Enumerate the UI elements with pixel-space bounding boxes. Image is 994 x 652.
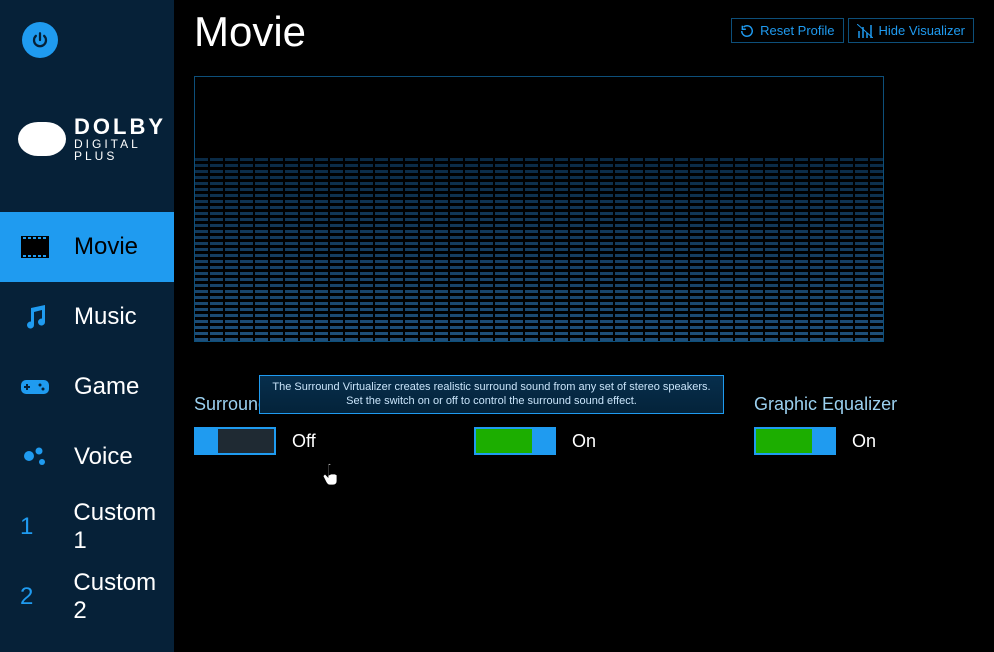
sidebar: DOLBY DIGITAL PLUS Movie Music — [0, 0, 174, 652]
button-label: Reset Profile — [760, 23, 834, 38]
sidebar-item-custom-2[interactable]: 2 Custom 2 — [0, 562, 174, 632]
surround-virtualizer-toggle[interactable] — [194, 427, 276, 455]
button-label: Hide Visualizer — [879, 23, 965, 38]
brand-word: DOLBY — [74, 116, 174, 138]
sidebar-item-movie[interactable]: Movie — [0, 212, 174, 282]
switch-state: Off — [292, 431, 316, 452]
main-panel: Movie Reset Profile Hide Visualizer 36dB… — [174, 0, 994, 652]
voice-icon — [20, 446, 50, 468]
power-button[interactable] — [22, 22, 58, 58]
tooltip-surround-virtualizer: The Surround Virtualizer creates realist… — [259, 375, 724, 414]
sidebar-item-music[interactable]: Music — [0, 282, 174, 352]
switch-state: On — [852, 431, 876, 452]
graphic-equalizer-toggle[interactable] — [754, 427, 836, 455]
control-graphic-equalizer: Graphic Equalizer On — [754, 394, 974, 455]
sidebar-item-label: Custom 1 — [73, 499, 174, 555]
visualizer-icon — [857, 24, 873, 38]
power-icon — [31, 31, 49, 49]
header: Movie Reset Profile Hide Visualizer — [194, 0, 974, 56]
sidebar-item-label: Custom 2 — [73, 569, 174, 625]
brand-logo: DOLBY DIGITAL PLUS — [18, 116, 174, 162]
app-window: DOLBY DIGITAL PLUS Movie Music — [0, 0, 994, 652]
sidebar-item-game[interactable]: Game — [0, 352, 174, 422]
sidebar-item-label: Movie — [74, 233, 138, 261]
control-label: Graphic Equalizer — [754, 394, 974, 415]
sidebar-nav: Movie Music Game Voice 1 — [0, 212, 174, 632]
sidebar-item-label: Music — [74, 303, 137, 331]
brand-subtitle: DIGITAL PLUS — [74, 138, 174, 162]
switch-state: On — [572, 431, 596, 452]
reset-profile-button[interactable]: Reset Profile — [731, 18, 843, 43]
sidebar-item-label: Game — [74, 373, 139, 401]
film-icon — [20, 236, 50, 258]
sidebar-item-label: Voice — [74, 443, 133, 471]
music-icon — [20, 304, 50, 330]
hide-visualizer-button[interactable]: Hide Visualizer — [848, 18, 974, 43]
custom-number: 2 — [20, 583, 49, 611]
dolby-mark-icon — [18, 122, 66, 156]
reset-icon — [740, 24, 754, 38]
custom-number: 1 — [20, 513, 49, 541]
gamepad-icon — [20, 378, 50, 396]
sidebar-item-voice[interactable]: Voice — [0, 422, 174, 492]
volume-leveler-toggle[interactable] — [474, 427, 556, 455]
audio-visualizer — [194, 76, 884, 342]
sidebar-item-custom-1[interactable]: 1 Custom 1 — [0, 492, 174, 562]
visualizer-wrap: 36dB 24dB 12dB 0dB -12dB — [194, 76, 974, 342]
page-title: Movie — [194, 8, 306, 56]
